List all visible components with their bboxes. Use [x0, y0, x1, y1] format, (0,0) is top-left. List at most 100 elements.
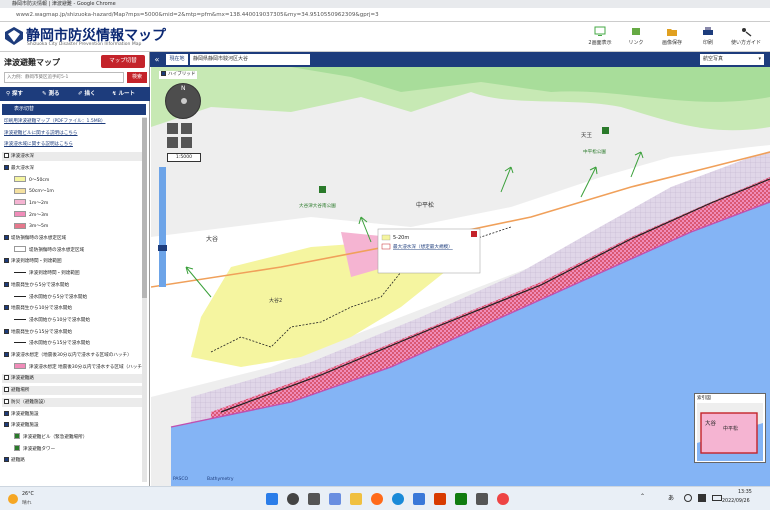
layer-row[interactable]: 地震発生から10分で浸水開始 [2, 304, 142, 313]
wifi-icon[interactable] [684, 494, 692, 502]
zoom-slider[interactable] [159, 167, 166, 287]
info-mode-icon[interactable] [181, 137, 192, 148]
save-image-button[interactable]: 画像保存 [654, 24, 690, 50]
layer-checkbox[interactable] [4, 235, 9, 240]
basemap-select[interactable]: 航空写真 ▾ [700, 54, 764, 65]
zoom-slider-handle[interactable] [158, 245, 167, 251]
print-button[interactable]: 印刷 [690, 24, 726, 50]
layer-row[interactable]: 避難場所 [2, 386, 142, 396]
layer-row[interactable]: 地震発生から15分で浸水開始 [2, 328, 142, 337]
shelter-icon[interactable] [319, 186, 326, 193]
windows-start-icon[interactable] [266, 493, 278, 505]
layer-row[interactable]: 浸水開始から15分で浸水開始 [2, 339, 142, 348]
office-icon[interactable] [434, 493, 446, 505]
address-search-input[interactable] [4, 72, 124, 83]
file-explorer-icon[interactable] [350, 493, 362, 505]
layer-row[interactable]: 津波避難施設 [2, 421, 142, 430]
layer-row[interactable]: 津波浸水想定（地震後30分以内で浸水する区域のハッチ） [2, 351, 142, 360]
layer-list-scroll-thumb[interactable] [142, 118, 147, 298]
map-switch-button[interactable]: マップ切替 [101, 55, 145, 68]
collapse-panel-icon[interactable]: « [152, 54, 162, 65]
layer-checkbox[interactable] [4, 410, 9, 416]
popup-close-icon[interactable] [471, 231, 477, 237]
layer-checkbox[interactable] [4, 305, 9, 311]
layer-row[interactable]: 避難路 [2, 456, 142, 465]
search-tool-button[interactable]: ⚲ 探す [6, 87, 23, 101]
hybrid-checkbox[interactable] [161, 71, 166, 76]
link-button[interactable]: リンク [618, 24, 654, 50]
task-view-icon[interactable] [308, 493, 320, 505]
layer-row[interactable]: 堤防損傷時の浸水想定区域 [2, 234, 142, 243]
layer-label[interactable]: 津波浸水域に関する説明はこちら [4, 142, 73, 147]
reset-view-icon[interactable] [167, 137, 178, 148]
map-canvas[interactable]: 5-20m 最大浸水深（想定最大規模） 大谷 大谷2 中平松 天王 大谷津大谷南… [151, 67, 770, 486]
layer-checkbox[interactable] [4, 258, 9, 264]
draw-tool-button[interactable]: ✐ 描く [78, 87, 96, 101]
shelter-icon[interactable] [602, 127, 609, 134]
popup-text[interactable]: 最大浸水深（想定最大規模） [393, 243, 453, 250]
layer-checkbox[interactable] [4, 457, 9, 463]
overview-map[interactable]: 索引図 大谷 中平松 [694, 393, 766, 463]
pan-control[interactable]: N [165, 83, 201, 119]
layer-row[interactable]: 地震発生から5分で浸水開始 [2, 281, 142, 290]
layer-checkbox[interactable] [4, 352, 9, 357]
clock-date[interactable]: 2022/09/26 [722, 499, 750, 504]
layer-row[interactable]: 印刷用津波避難マップ（PDFファイル：1.5MB） [2, 117, 142, 126]
layer-checkbox[interactable] [4, 398, 9, 404]
guide-button[interactable]: 使い方ガイド [728, 24, 764, 50]
tray-chevron-icon[interactable]: ⌃ [640, 493, 645, 500]
layer-row[interactable]: 津波浸水想定 地震後30分以内で浸水する区域（ハッチ） [2, 363, 142, 372]
layer-row[interactable]: 0～50cm [2, 176, 142, 185]
volume-icon[interactable] [698, 494, 706, 502]
zoom-out-icon[interactable] [181, 123, 192, 134]
edge-icon[interactable] [392, 493, 404, 505]
layer-row[interactable]: 50cm～1m [2, 187, 142, 196]
store-icon[interactable] [413, 493, 425, 505]
route-tool-button[interactable]: ↯ ルート [112, 87, 135, 101]
layer-row[interactable]: 2m～3m [2, 211, 142, 220]
layer-label[interactable]: 津波避難ビルに関する説明はこちら [4, 131, 78, 136]
ime-indicator[interactable]: あ [668, 493, 674, 502]
pan-center-icon[interactable] [181, 98, 187, 104]
search-icon[interactable] [287, 493, 299, 505]
layer-row[interactable]: 津波到達時間・到達範囲 [2, 257, 142, 266]
layer-row[interactable]: 津波浸水深 [2, 152, 142, 162]
dual-screen-button[interactable]: 2画面表示 [582, 24, 618, 50]
layer-checkbox[interactable] [4, 387, 9, 393]
chrome-icon[interactable] [497, 493, 509, 505]
layer-row[interactable]: 津波避難施設 [2, 410, 142, 419]
layer-checkbox[interactable] [4, 328, 9, 334]
layer-row[interactable]: 3m～5m [2, 222, 142, 231]
clock-time[interactable]: 13:35 [738, 490, 752, 495]
app-icon[interactable] [476, 493, 488, 505]
layer-row[interactable]: 1m～2m [2, 199, 142, 208]
layer-checkbox[interactable] [4, 422, 9, 428]
layer-checkbox[interactable] [4, 281, 9, 287]
layer-row[interactable]: 津波避難路 [2, 374, 142, 384]
measure-tool-button[interactable]: ✎ 測る [42, 87, 60, 101]
layer-label[interactable]: 印刷用津波避難マップ（PDFファイル：1.5MB） [4, 119, 105, 124]
excel-icon[interactable] [455, 493, 467, 505]
layer-checkbox[interactable] [4, 153, 9, 159]
hybrid-toggle[interactable]: ハイブリッド [159, 71, 198, 79]
zoom-in-icon[interactable] [167, 123, 178, 134]
layer-row[interactable]: 津波避難ビル（緊急避難場所） [2, 433, 142, 442]
firefox-icon[interactable] [371, 493, 383, 505]
layer-row[interactable]: 浸水開始から5分で浸水開始 [2, 293, 142, 302]
layer-row[interactable]: 津波到達時間・到達範囲 [2, 269, 142, 278]
layer-row[interactable]: 津波避難ビルに関する説明はこちら [2, 129, 142, 138]
map-svg[interactable]: 5-20m 最大浸水深（想定最大規模） 大谷 大谷2 中平松 天王 大谷津大谷南… [151, 67, 770, 486]
weather-icon[interactable] [8, 494, 18, 504]
layer-row[interactable]: 津波避難タワー [2, 445, 142, 454]
layer-row[interactable]: 最大浸水深 [2, 164, 142, 173]
layer-checkbox[interactable] [4, 164, 9, 170]
layer-row[interactable]: 浸水開始から10分で浸水開始 [2, 316, 142, 325]
layer-row[interactable]: 堤防損傷時の浸水想定区域 [2, 246, 142, 255]
search-button[interactable]: 検索 [127, 72, 147, 83]
layer-checkbox[interactable] [4, 375, 9, 381]
layer-row[interactable]: 防災（避難施設） [2, 397, 142, 407]
widgets-icon[interactable] [329, 493, 341, 505]
layer-row[interactable]: 津波浸水域に関する説明はこちら [2, 140, 142, 149]
battery-icon[interactable] [712, 495, 722, 501]
address-bar[interactable]: www2.wagmap.jp/shizuoka-hazard/Map?mps=5… [0, 8, 770, 22]
